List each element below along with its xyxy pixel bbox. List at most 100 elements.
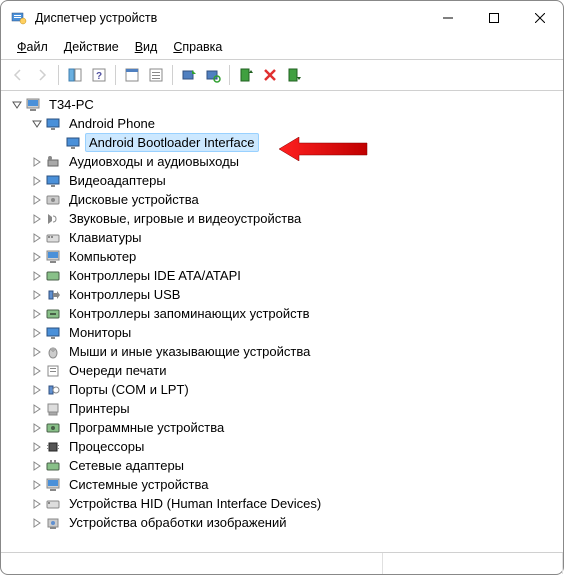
device-category-icon	[45, 401, 61, 417]
statusbar	[1, 552, 563, 574]
tree-category[interactable]: Процессоры	[9, 437, 555, 456]
tree-label[interactable]: Видеоадаптеры	[65, 171, 170, 190]
tree-label[interactable]: Устройства обработки изображений	[65, 513, 291, 532]
window-title: Диспетчер устройств	[35, 11, 425, 25]
tree-label[interactable]: Сетевые адаптеры	[65, 456, 188, 475]
tree-root[interactable]: T34-PC	[9, 95, 555, 114]
tree-label[interactable]: Программные устройства	[65, 418, 228, 437]
tree-category[interactable]: Дисковые устройства	[9, 190, 555, 209]
expand-icon[interactable]	[29, 363, 45, 379]
window-controls	[425, 1, 563, 35]
tree-label[interactable]: Контроллеры IDE ATA/ATAPI	[65, 266, 245, 285]
tree-category[interactable]: Устройства обработки изображений	[9, 513, 555, 532]
device-tree[interactable]: T34-PC Android Phone Android Bootloader …	[1, 91, 563, 558]
expand-icon[interactable]	[29, 477, 45, 493]
menu-action[interactable]: Действие	[58, 37, 125, 57]
expand-icon[interactable]	[29, 382, 45, 398]
separator	[58, 65, 59, 85]
tree-category[interactable]: Программные устройства	[9, 418, 555, 437]
app-icon	[11, 10, 27, 26]
tree-label[interactable]: Звуковые, игровые и видеоустройства	[65, 209, 305, 228]
expand-icon[interactable]	[29, 173, 45, 189]
tree-label[interactable]: Устройства HID (Human Interface Devices)	[65, 494, 325, 513]
tree-category[interactable]: Системные устройства	[9, 475, 555, 494]
tree-label[interactable]: Клавиатуры	[65, 228, 146, 247]
expand-icon[interactable]	[29, 496, 45, 512]
device-category-icon	[45, 154, 61, 170]
minimize-button[interactable]	[425, 1, 471, 35]
tree-category[interactable]: Контроллеры IDE ATA/ATAPI	[9, 266, 555, 285]
tree-category[interactable]: Контроллеры запоминающих устройств	[9, 304, 555, 323]
forward-button	[31, 64, 53, 86]
uninstall-device-button[interactable]	[259, 64, 281, 86]
tree-device-bootloader[interactable]: Android Bootloader Interface	[9, 133, 555, 152]
device-category-icon	[45, 306, 61, 322]
expand-icon[interactable]	[29, 192, 45, 208]
tree-category[interactable]: Звуковые, игровые и видеоустройства	[9, 209, 555, 228]
device-category-icon	[45, 211, 61, 227]
tree-label[interactable]: Аудиовходы и аудиовыходы	[65, 152, 243, 171]
tree-label[interactable]: Контроллеры запоминающих устройств	[65, 304, 313, 323]
tree-label[interactable]: Компьютер	[65, 247, 140, 266]
update-driver-button[interactable]	[178, 64, 200, 86]
expand-icon[interactable]	[29, 344, 45, 360]
expand-icon[interactable]	[29, 268, 45, 284]
help-button[interactable]: ?	[88, 64, 110, 86]
separator	[115, 65, 116, 85]
tree-category[interactable]: Клавиатуры	[9, 228, 555, 247]
close-button[interactable]	[517, 1, 563, 35]
tree-category[interactable]: Порты (COM и LPT)	[9, 380, 555, 399]
tree-label-selected[interactable]: Android Bootloader Interface	[85, 133, 259, 152]
tree-label[interactable]: Дисковые устройства	[65, 190, 203, 209]
menu-view[interactable]: Вид	[129, 37, 164, 57]
tree-label[interactable]: Порты (COM и LPT)	[65, 380, 193, 399]
tree-category[interactable]: Контроллеры USB	[9, 285, 555, 304]
expand-icon[interactable]	[29, 401, 45, 417]
device-category-icon	[45, 458, 61, 474]
tree-category[interactable]: Очереди печати	[9, 361, 555, 380]
expand-icon[interactable]	[29, 230, 45, 246]
expand-icon[interactable]	[29, 439, 45, 455]
tree-category[interactable]: Принтеры	[9, 399, 555, 418]
collapse-icon[interactable]	[29, 116, 45, 132]
expand-icon[interactable]	[29, 325, 45, 341]
tree-category[interactable]: Аудиовходы и аудиовыходы	[9, 152, 555, 171]
details-button[interactable]	[145, 64, 167, 86]
back-button	[7, 64, 29, 86]
menu-help[interactable]: Справка	[167, 37, 228, 57]
tree-category[interactable]: Мониторы	[9, 323, 555, 342]
svg-text:?: ?	[96, 71, 102, 82]
tree-category-android[interactable]: Android Phone	[9, 114, 555, 133]
expand-icon[interactable]	[29, 154, 45, 170]
show-hide-tree-button[interactable]	[64, 64, 86, 86]
tree-category[interactable]: Сетевые адаптеры	[9, 456, 555, 475]
expand-icon[interactable]	[29, 249, 45, 265]
tree-label[interactable]: Очереди печати	[65, 361, 171, 380]
tree-label[interactable]: Системные устройства	[65, 475, 212, 494]
tree-label[interactable]: Принтеры	[65, 399, 134, 418]
tree-label[interactable]: T34-PC	[45, 95, 98, 114]
enable-device-button[interactable]	[235, 64, 257, 86]
expand-icon[interactable]	[29, 306, 45, 322]
tree-category[interactable]: Мыши и иные указывающие устройства	[9, 342, 555, 361]
tree-category[interactable]: Компьютер	[9, 247, 555, 266]
expand-icon[interactable]	[29, 420, 45, 436]
scan-hardware-button[interactable]	[202, 64, 224, 86]
tree-category[interactable]: Видеоадаптеры	[9, 171, 555, 190]
disable-device-button[interactable]	[283, 64, 305, 86]
tree-label[interactable]: Контроллеры USB	[65, 285, 184, 304]
tree-label[interactable]: Android Phone	[65, 114, 159, 133]
expand-icon[interactable]	[29, 287, 45, 303]
expand-icon[interactable]	[29, 211, 45, 227]
menu-file[interactable]: Файл	[11, 37, 54, 57]
device-category-icon	[45, 439, 61, 455]
expand-icon[interactable]	[29, 458, 45, 474]
collapse-icon[interactable]	[9, 97, 25, 113]
tree-label[interactable]: Мониторы	[65, 323, 135, 342]
maximize-button[interactable]	[471, 1, 517, 35]
expand-icon[interactable]	[29, 515, 45, 531]
tree-label[interactable]: Процессоры	[65, 437, 148, 456]
tree-label[interactable]: Мыши и иные указывающие устройства	[65, 342, 314, 361]
properties-button[interactable]	[121, 64, 143, 86]
tree-category[interactable]: Устройства HID (Human Interface Devices)	[9, 494, 555, 513]
